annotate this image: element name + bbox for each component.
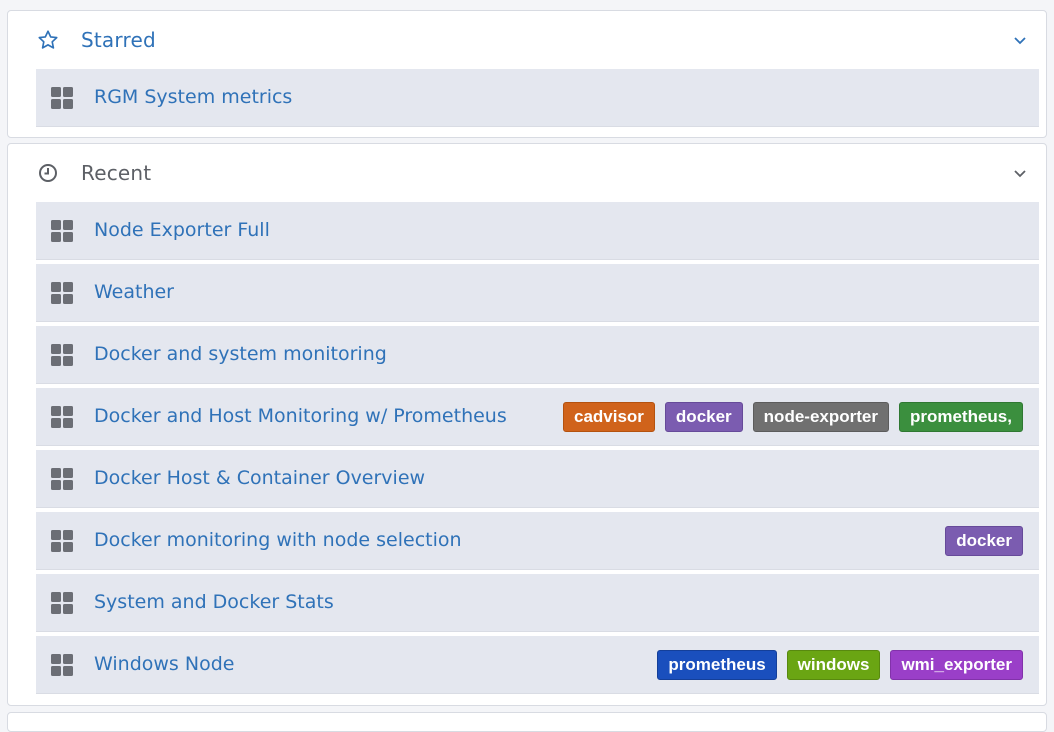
dashboard-link[interactable]: Docker Host & Container Overview xyxy=(94,450,425,506)
dashboard-row-system-and-docker-stats[interactable]: System and Docker Stats xyxy=(36,574,1039,632)
dashboard-grid-icon xyxy=(50,591,74,615)
next-section xyxy=(7,712,1047,732)
tag-docker[interactable]: docker xyxy=(945,526,1023,556)
dashboard-grid-icon xyxy=(50,219,74,243)
dashboard-link[interactable]: System and Docker Stats xyxy=(94,574,334,630)
dashboard-link[interactable]: Docker and Host Monitoring w/ Prometheus xyxy=(94,388,507,444)
dashboard-link[interactable]: Weather xyxy=(94,264,174,320)
dashboard-grid-icon xyxy=(50,343,74,367)
dashboard-link[interactable]: Docker and system monitoring xyxy=(94,326,387,382)
recent-header[interactable]: Recent xyxy=(8,144,1046,202)
dashboard-row-node-exporter-full[interactable]: Node Exporter Full xyxy=(36,202,1039,260)
tag-list: cadvisor docker node-exporter prometheus… xyxy=(562,402,1023,432)
chevron-down-icon[interactable] xyxy=(1010,30,1030,50)
dashboard-grid-icon xyxy=(50,467,74,491)
star-icon xyxy=(36,28,60,52)
tag-wmi-exporter[interactable]: wmi_exporter xyxy=(890,650,1023,680)
dashboard-grid-icon xyxy=(50,405,74,429)
dashboard-grid-icon xyxy=(50,529,74,553)
dashboard-row-rgm-system-metrics[interactable]: RGM System metrics xyxy=(36,69,1039,127)
tag-docker[interactable]: docker xyxy=(664,402,743,432)
dashboard-row-docker-and-system-monitoring[interactable]: Docker and system monitoring xyxy=(36,326,1039,384)
starred-header[interactable]: Starred xyxy=(8,11,1046,69)
dashboard-row-docker-and-host-monitoring[interactable]: Docker and Host Monitoring w/ Prometheus… xyxy=(36,388,1039,446)
dashboard-row-windows-node[interactable]: Windows Node prometheus windows wmi_expo… xyxy=(36,636,1039,694)
dashboard-row-weather[interactable]: Weather xyxy=(36,264,1039,322)
tag-prometheus[interactable]: prometheus, xyxy=(898,402,1023,432)
tag-list: prometheus windows wmi_exporter xyxy=(657,650,1023,680)
dashboard-link[interactable]: Windows Node xyxy=(94,636,234,692)
dashboard-row-docker-host-container-overview[interactable]: Docker Host & Container Overview xyxy=(36,450,1039,508)
dashboard-grid-icon xyxy=(50,86,74,110)
dashboard-row-docker-monitoring-node-selection[interactable]: Docker monitoring with node selection do… xyxy=(36,512,1039,570)
chevron-down-icon[interactable] xyxy=(1010,163,1030,183)
recent-title: Recent xyxy=(81,161,152,185)
recent-section: Recent Node Exporter Full Weather Docker… xyxy=(7,143,1047,706)
dashboard-grid-icon xyxy=(50,281,74,305)
dashboard-link[interactable]: Docker monitoring with node selection xyxy=(94,512,462,568)
clock-icon xyxy=(36,161,60,185)
tag-node-exporter[interactable]: node-exporter xyxy=(752,402,889,432)
starred-title: Starred xyxy=(81,28,156,52)
starred-section: Starred RGM System metrics xyxy=(7,10,1047,138)
tag-cadvisor[interactable]: cadvisor xyxy=(562,402,655,432)
dashboard-grid-icon xyxy=(50,653,74,677)
dashboard-link[interactable]: Node Exporter Full xyxy=(94,202,270,258)
tag-list: docker xyxy=(945,526,1023,556)
tag-prometheus[interactable]: prometheus xyxy=(657,650,777,680)
tag-windows[interactable]: windows xyxy=(786,650,881,680)
dashboard-link[interactable]: RGM System metrics xyxy=(94,69,292,125)
